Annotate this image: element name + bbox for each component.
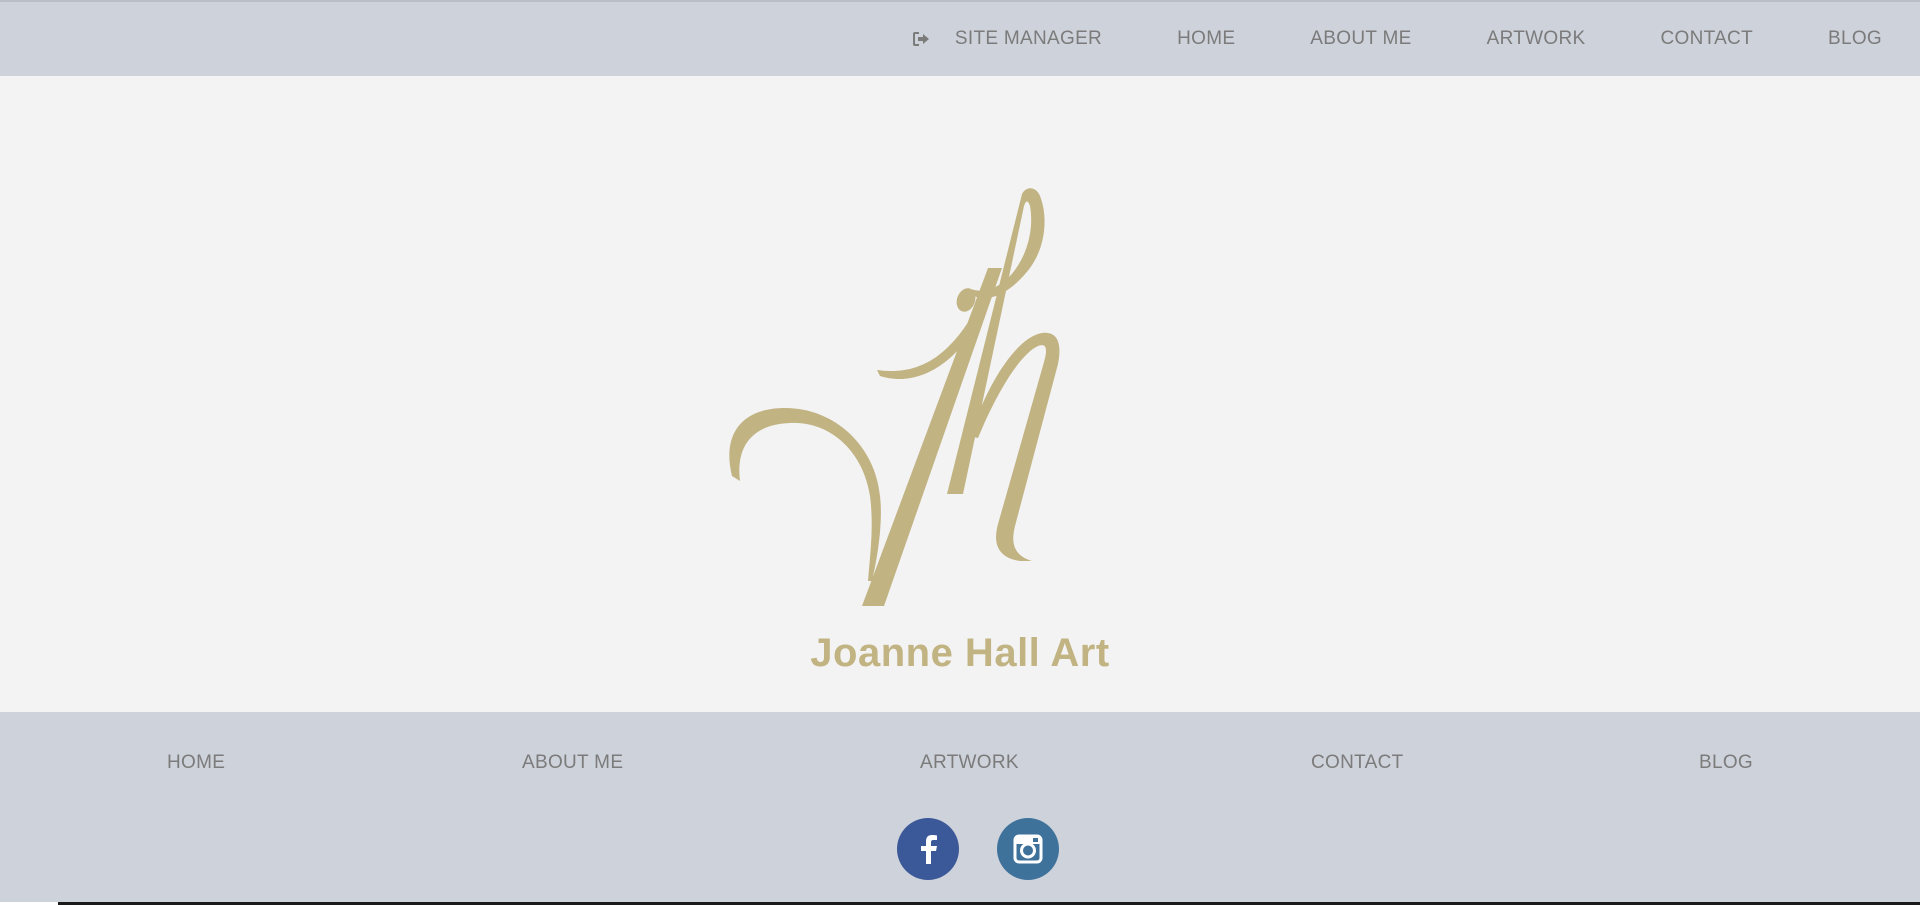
jh-monogram-logo[interactable] <box>720 136 1120 636</box>
facebook-button[interactable] <box>897 818 959 880</box>
nav-about-me[interactable]: ABOUT ME <box>1310 28 1411 50</box>
nav-blog[interactable]: BLOG <box>1828 28 1882 50</box>
footer-nav-blog[interactable]: BLOG <box>1699 752 1753 774</box>
instagram-icon <box>1013 834 1043 864</box>
top-navigation: SITE MANAGER HOME ABOUT ME ARTWORK CONTA… <box>911 2 1882 76</box>
footer: HOME ABOUT ME ARTWORK CONTACT BLOG <box>0 712 1920 905</box>
nav-home[interactable]: HOME <box>1177 28 1235 50</box>
footer-nav-contact[interactable]: CONTACT <box>1311 752 1404 774</box>
hero-section: Joanne Hall Art <box>0 76 1920 712</box>
brand-name: Joanne Hall Art <box>810 631 1110 675</box>
facebook-icon <box>921 835 937 864</box>
site-manager-link[interactable]: SITE MANAGER <box>911 28 1102 50</box>
site-manager-label: SITE MANAGER <box>954 28 1103 49</box>
footer-nav-artwork[interactable]: ARTWORK <box>920 752 1019 774</box>
nav-contact[interactable]: CONTACT <box>1660 28 1753 50</box>
top-header: SITE MANAGER HOME ABOUT ME ARTWORK CONTA… <box>0 0 1920 76</box>
instagram-button[interactable] <box>997 818 1059 880</box>
sign-in-icon <box>911 31 931 47</box>
nav-artwork[interactable]: ARTWORK <box>1487 28 1586 50</box>
footer-nav-about-me[interactable]: ABOUT ME <box>522 752 623 774</box>
footer-nav-home[interactable]: HOME <box>167 752 225 774</box>
